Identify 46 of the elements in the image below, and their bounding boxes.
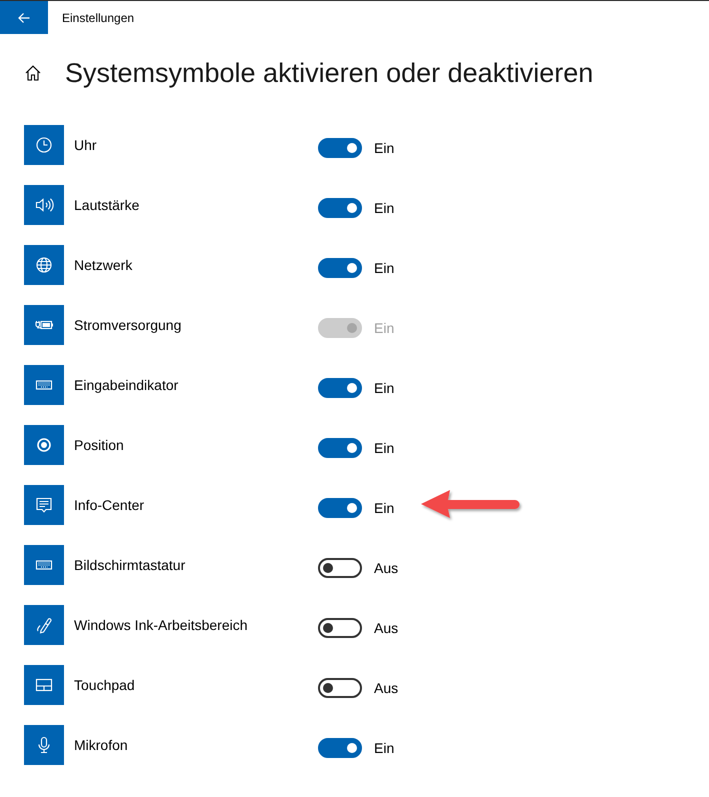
back-arrow-icon <box>18 12 30 22</box>
setting-label: Stromversorgung <box>74 316 182 334</box>
toggle-state-label: Ein <box>374 499 394 517</box>
toggle-state-label: Ein <box>374 439 394 457</box>
keyboard-icon <box>24 365 64 405</box>
toggle-switch[interactable] <box>318 138 362 158</box>
setting-label: Netzwerk <box>74 256 134 274</box>
toggle-state-label: Ein <box>374 199 394 217</box>
toggle-state-label: Ein <box>374 139 394 157</box>
toggle-state-label: Ein <box>374 319 394 337</box>
toggle-switch[interactable] <box>318 498 362 518</box>
setting-label: Windows Ink-Arbeitsbereich <box>74 616 249 634</box>
pen-icon <box>24 605 64 645</box>
toggle-switch[interactable] <box>318 258 362 278</box>
page-title: Systemsymbole aktivieren oder deaktivieren <box>65 57 594 89</box>
touchpad-icon <box>24 665 64 705</box>
battery-plug-icon <box>24 305 64 345</box>
toggle-switch[interactable] <box>318 678 362 698</box>
setting-label: Info-Center <box>74 496 146 514</box>
toggle-switch[interactable] <box>318 618 362 638</box>
globe-icon <box>24 245 64 285</box>
toggle-state-label: Aus <box>374 559 398 577</box>
keyboard-icon <box>24 545 64 585</box>
clock-icon <box>24 125 64 165</box>
toggle-state-label: Ein <box>374 379 394 397</box>
setting-label: Bildschirmtastatur <box>74 556 186 574</box>
setting-label: Position <box>74 436 125 454</box>
toggle-switch[interactable] <box>318 378 362 398</box>
toggle-switch[interactable] <box>318 738 362 758</box>
microphone-icon <box>24 725 64 765</box>
toggle-switch[interactable] <box>318 438 362 458</box>
setting-label: Eingabeindikator <box>74 376 180 394</box>
speaker-icon <box>24 185 64 225</box>
message-icon <box>24 485 64 525</box>
setting-label: Lautstärke <box>74 196 140 214</box>
toggle-state-label: Aus <box>374 679 398 697</box>
toggle-state-label: Ein <box>374 739 394 757</box>
toggle-state-label: Aus <box>374 619 398 637</box>
setting-label: Uhr <box>74 136 98 154</box>
setting-label: Touchpad <box>74 676 136 694</box>
toggle-switch[interactable] <box>318 198 362 218</box>
home-icon[interactable] <box>25 65 41 81</box>
setting-label: Mikrofon <box>74 736 129 754</box>
toggle-switch[interactable] <box>318 558 362 578</box>
toggle-state-label: Ein <box>374 259 394 277</box>
app-title: Einstellungen <box>62 10 134 26</box>
